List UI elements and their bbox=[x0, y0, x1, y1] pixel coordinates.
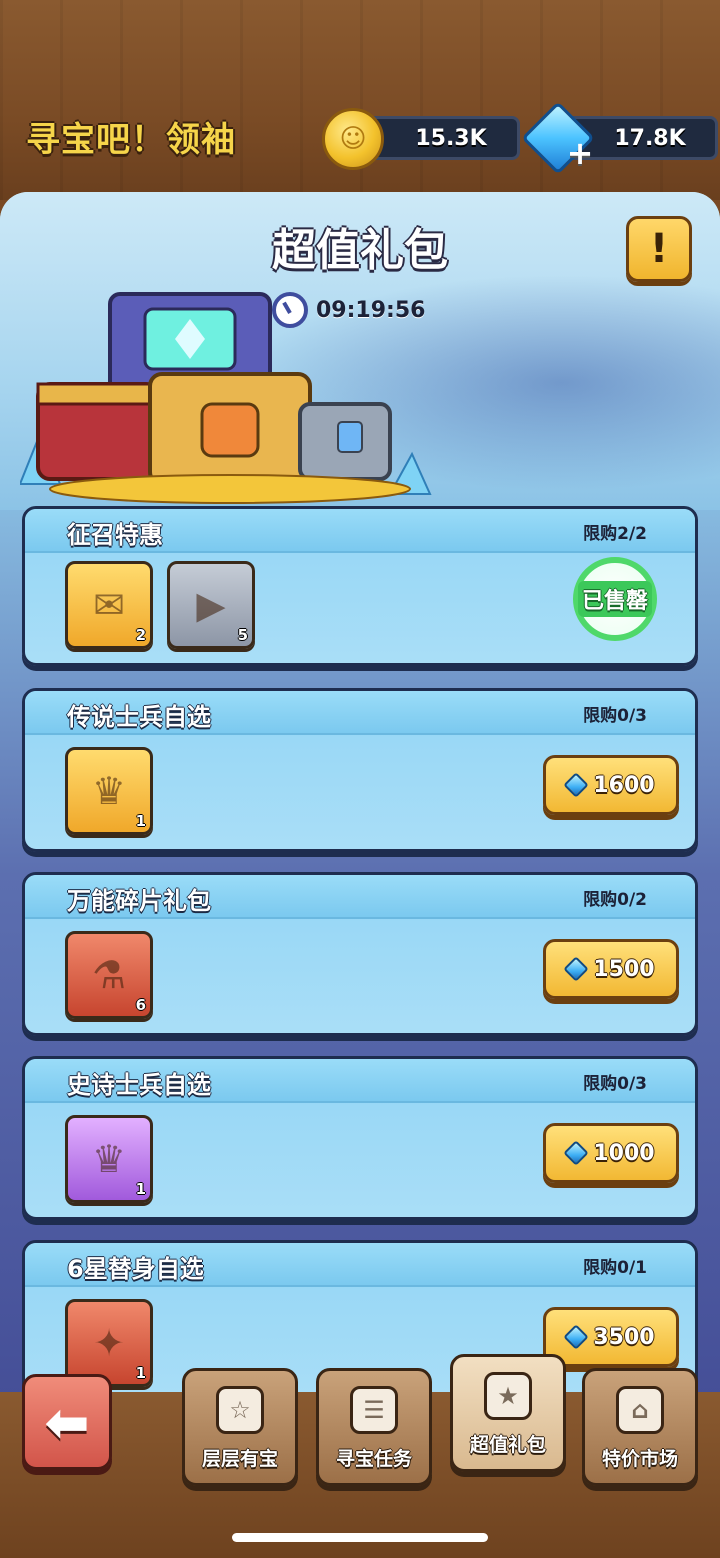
pack-card-header: 征召特惠 限购2/2 bbox=[25, 509, 695, 553]
tab-special-market[interactable]: ⌂ 特价市场 bbox=[582, 1368, 698, 1486]
item-count: 1 bbox=[135, 1180, 146, 1198]
top-bar bbox=[0, 0, 720, 200]
item-count: 5 bbox=[237, 626, 248, 644]
coin-balance-value: 15.3K bbox=[415, 125, 487, 151]
pack-card-universal-shards: 万能碎片礼包 限购0/2 ⚗ 6 1500 bbox=[22, 872, 698, 1036]
shop-icon: ⌂ bbox=[616, 1386, 664, 1434]
pack-title: 6星替身自选 bbox=[67, 1255, 204, 1283]
price: 3500 bbox=[593, 1324, 655, 1350]
layers-treasure-icon: ☆ bbox=[216, 1386, 264, 1434]
back-button[interactable]: ⬅ bbox=[22, 1374, 112, 1470]
pack-card-epic-soldier: 史诗士兵自选 限购0/3 ♛ 1 1000 bbox=[22, 1056, 698, 1220]
tab-label: 超值礼包 bbox=[469, 1434, 546, 1456]
item-count: 6 bbox=[135, 996, 146, 1014]
pack-limit: 限购2/2 bbox=[583, 524, 647, 544]
price: 1600 bbox=[593, 772, 655, 798]
game-title: 寻宝吧！领袖 bbox=[26, 120, 236, 160]
pack-title: 传说士兵自选 bbox=[67, 703, 211, 731]
gem-icon bbox=[563, 772, 590, 798]
buy-button[interactable]: 1500 bbox=[543, 939, 679, 999]
pack-limit: 限购0/3 bbox=[583, 1074, 647, 1094]
coin-icon: ☺ bbox=[322, 108, 384, 170]
item-count: 1 bbox=[135, 812, 146, 830]
pack-limit: 限购0/3 bbox=[583, 706, 647, 726]
sold-out-badge: 已售罄 bbox=[573, 557, 657, 641]
price: 1500 bbox=[593, 956, 655, 982]
panel-title: 超值礼包 bbox=[272, 225, 448, 276]
task-list-icon: ☰ bbox=[350, 1386, 398, 1434]
pack-limit: 限购0/1 bbox=[583, 1258, 647, 1278]
shard-potion-icon[interactable]: ⚗ 6 bbox=[65, 931, 153, 1019]
banner: 超值礼包 ! 09:19:56 bbox=[0, 192, 720, 510]
gem-balance-value: 17.8K bbox=[614, 125, 686, 151]
add-gems-icon[interactable]: + bbox=[565, 137, 595, 169]
timer-value: 09:19:56 bbox=[316, 297, 426, 323]
info-button[interactable]: ! bbox=[626, 216, 692, 282]
buy-button[interactable]: 1000 bbox=[543, 1123, 679, 1183]
item-count: 1 bbox=[135, 1364, 146, 1382]
pack-card-header: 6星替身自选 限购0/1 bbox=[25, 1243, 695, 1287]
countdown-timer: 09:19:56 bbox=[272, 290, 425, 330]
arrow-left-icon: ⬅ bbox=[44, 1390, 90, 1454]
gem-icon bbox=[563, 1324, 590, 1350]
ticket-icon[interactable]: ▶ 5 bbox=[167, 561, 255, 649]
gem-icon bbox=[563, 956, 590, 982]
pack-title: 史诗士兵自选 bbox=[67, 1071, 211, 1099]
buy-button[interactable]: 3500 bbox=[543, 1307, 679, 1367]
gem-icon bbox=[563, 1140, 590, 1166]
epic-chest-icon[interactable]: ♛ 1 bbox=[65, 1115, 153, 1203]
pack-title: 征召特惠 bbox=[67, 521, 163, 549]
tab-label: 寻宝任务 bbox=[335, 1448, 412, 1470]
pack-limit: 限购0/2 bbox=[583, 890, 647, 910]
pack-card-header: 传说士兵自选 限购0/3 bbox=[25, 691, 695, 735]
pack-card-header: 万能碎片礼包 限购0/2 bbox=[25, 875, 695, 919]
tab-layers-treasure[interactable]: ☆ 层层有宝 bbox=[182, 1368, 298, 1486]
legendary-chest-icon[interactable]: ♛ 1 bbox=[65, 747, 153, 835]
pack-title: 万能碎片礼包 bbox=[67, 887, 211, 915]
buy-button[interactable]: 1600 bbox=[543, 755, 679, 815]
tab-label: 特价市场 bbox=[601, 1448, 678, 1470]
clock-icon bbox=[272, 292, 308, 328]
tab-treasure-tasks[interactable]: ☰ 寻宝任务 bbox=[316, 1368, 432, 1486]
pack-card-recruit: 征召特惠 限购2/2 ✉ 2 ▶ 5 已售罄 bbox=[22, 506, 698, 666]
pack-card-header: 史诗士兵自选 限购0/3 bbox=[25, 1059, 695, 1103]
pack-card-legendary-soldier: 传说士兵自选 限购0/3 ♛ 1 1600 bbox=[22, 688, 698, 852]
price: 1000 bbox=[593, 1140, 655, 1166]
home-indicator[interactable] bbox=[232, 1533, 488, 1542]
gift-box-icon: ★ bbox=[484, 1372, 532, 1420]
item-count: 2 bbox=[135, 626, 146, 644]
tab-value-packs[interactable]: ★ 超值礼包 bbox=[450, 1354, 566, 1472]
scroll-icon[interactable]: ✉ 2 bbox=[65, 561, 153, 649]
tab-label: 层层有宝 bbox=[201, 1448, 278, 1470]
